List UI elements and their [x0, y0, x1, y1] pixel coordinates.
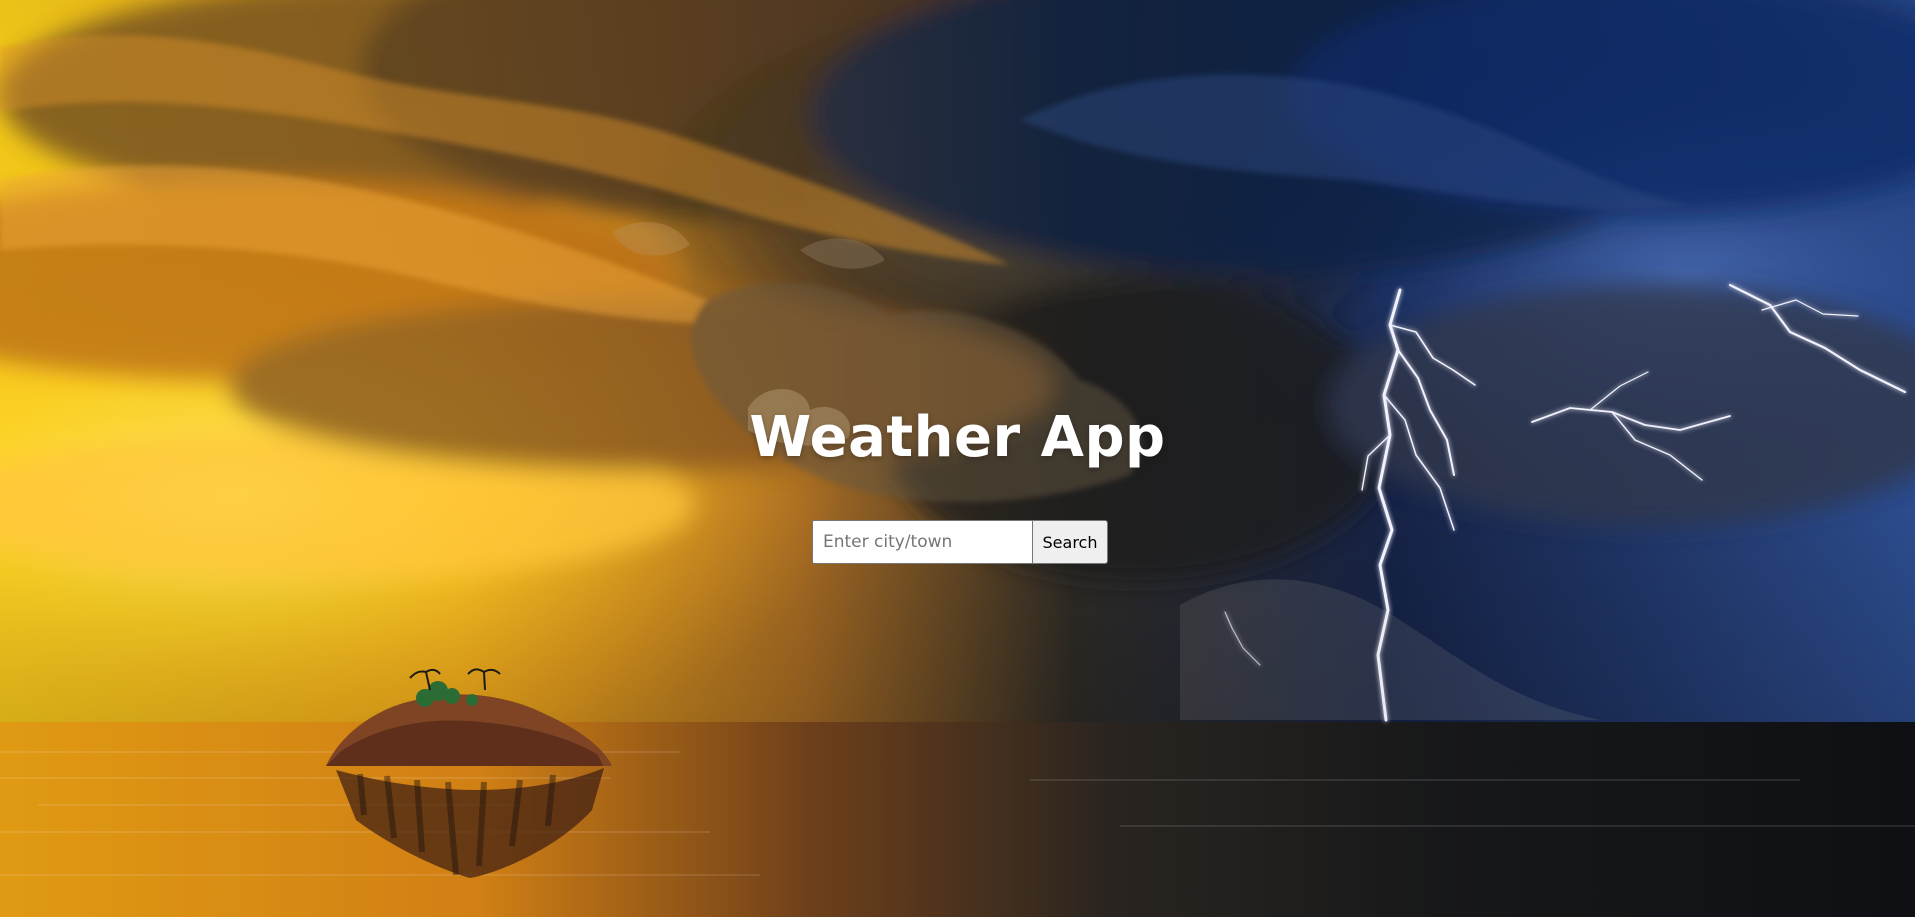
- weather-app-page: Weather App Search: [0, 0, 1915, 917]
- storm-sunset-background-image: [0, 0, 1915, 917]
- search-button[interactable]: Search: [1032, 520, 1108, 564]
- city-search-form: Search: [812, 520, 1108, 564]
- city-search-input[interactable]: [812, 520, 1032, 564]
